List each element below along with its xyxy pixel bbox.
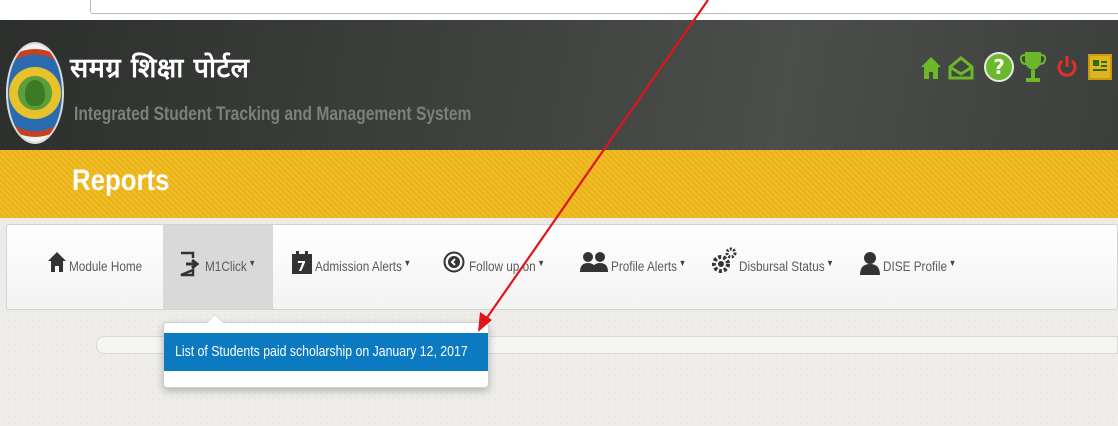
caret-down-icon: ▼ (403, 258, 412, 268)
reports-band: Reports (0, 150, 1118, 218)
users-icon (579, 251, 609, 276)
home-icon[interactable] (920, 56, 942, 80)
caret-down-icon: ▼ (537, 258, 545, 268)
nav-profile-alerts[interactable]: Profile Alerts ▼ (579, 225, 703, 309)
trophy-icon[interactable] (1019, 50, 1047, 84)
circle-arrow-icon (443, 251, 465, 276)
sign-out-icon (179, 251, 201, 280)
m1click-dropdown-menu: List of Students paid scholarship on Jan… (163, 314, 489, 388)
caret-down-icon: ▼ (678, 258, 687, 268)
home-icon (47, 251, 67, 276)
page-title: Reports (72, 164, 170, 197)
module-nav: Module Home M1Click ▼ 7 Admission Alerts ▼… (6, 224, 1118, 310)
nav-m1click-label: M1Click (205, 258, 247, 274)
nav-admission-alerts[interactable]: 7 Admission Alerts ▼ (285, 225, 425, 309)
nav-dise-profile-label: DISE Profile (883, 258, 948, 274)
nav-follow-up-label: Follow up on (469, 258, 536, 274)
address-bar[interactable] (90, 0, 1118, 14)
nav-m1click[interactable]: M1Click ▼ (163, 225, 273, 309)
caret-down-icon: ▼ (826, 258, 834, 268)
nav-admission-alerts-label: Admission Alerts (315, 258, 402, 274)
caret-down-icon: ▼ (248, 258, 256, 268)
portal-logo (6, 42, 64, 144)
calendar-icon: 7 (291, 251, 313, 278)
menu-item-students-paid-scholarship[interactable]: List of Students paid scholarship on Jan… (164, 333, 488, 371)
user-icon (859, 251, 881, 278)
nav-dise-profile[interactable]: DISE Profile ▼ (859, 225, 979, 309)
nav-profile-alerts-label: Profile Alerts (611, 258, 678, 274)
nav-disbursal-status[interactable]: Disbursal Status ▼ (711, 225, 851, 309)
help-icon[interactable]: ? (984, 52, 1014, 82)
portal-header: समग्र शिक्षा पोर्टल Integrated Student T… (0, 20, 1118, 150)
mail-open-icon[interactable] (948, 56, 974, 80)
menu-item-label: List of Students paid scholarship on Jan… (175, 343, 468, 360)
portal-title: समग्र शिक्षा पोर्टल (70, 53, 250, 84)
caret-down-icon: ▼ (948, 258, 957, 268)
browser-top-strip (0, 0, 1118, 20)
gears-icon (711, 247, 737, 278)
nav-follow-up-on[interactable]: Follow up on ▼ (443, 225, 563, 309)
svg-text:7: 7 (297, 260, 306, 275)
nav-disbursal-status-label: Disbursal Status (739, 258, 825, 274)
portal-subtitle: Integrated Student Tracking and Manageme… (74, 104, 472, 125)
id-card-icon[interactable] (1088, 54, 1112, 80)
nav-module-home-label: Module Home (69, 258, 143, 274)
nav-module-home[interactable]: Module Home (7, 225, 159, 309)
power-icon[interactable] (1056, 54, 1078, 80)
